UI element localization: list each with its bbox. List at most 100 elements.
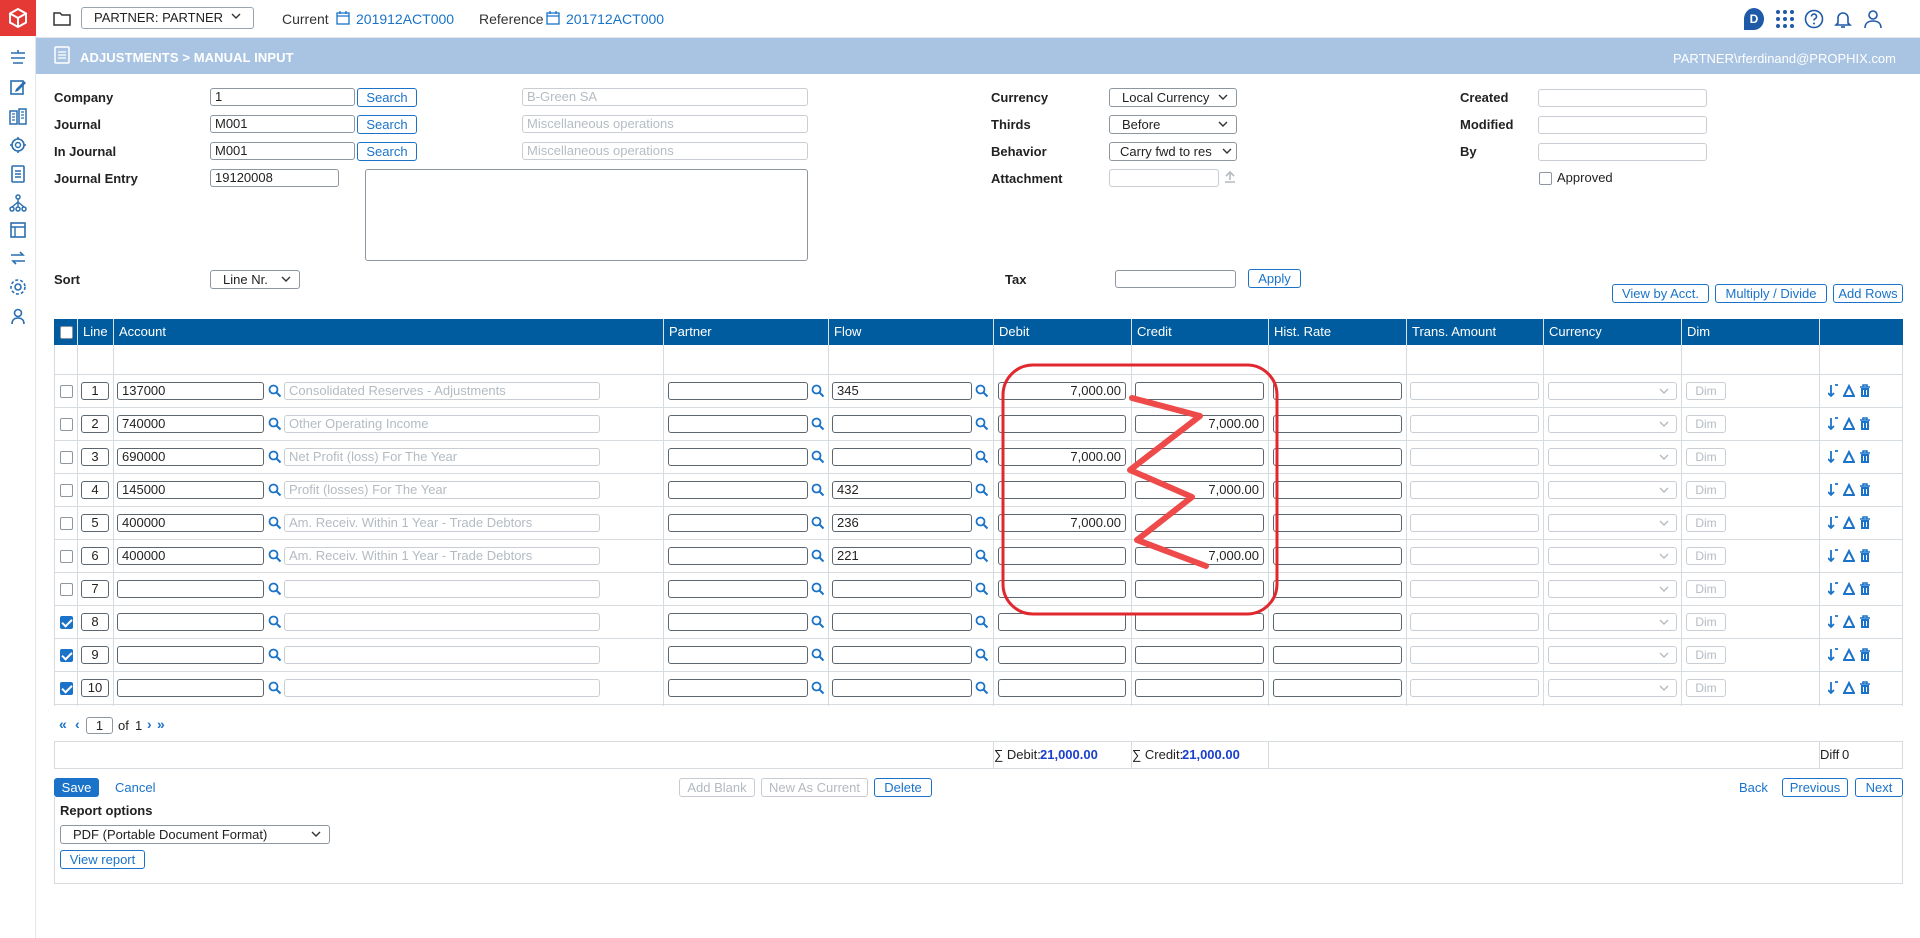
hist-rate-input[interactable] [1273,382,1402,400]
account-lookup-search-icon[interactable] [268,648,282,662]
globe-settings-icon[interactable] [8,135,28,155]
help-icon[interactable] [1803,8,1825,30]
flow-input[interactable] [832,448,972,466]
delta-icon[interactable] [1842,614,1856,629]
trans-amount-input[interactable] [1410,481,1539,499]
currency-row-select[interactable] [1548,613,1677,631]
trash-icon[interactable] [1859,483,1871,497]
partner-lookup-search-icon[interactable] [811,516,825,530]
apps-grid-icon[interactable] [1774,8,1796,30]
credit-input[interactable]: 7,000.00 [1135,481,1264,499]
dim-button[interactable]: Dim [1686,646,1726,664]
trans-amount-input[interactable] [1410,547,1539,565]
dim-button[interactable]: Dim [1686,481,1726,499]
flow-input[interactable] [832,613,972,631]
row-select-checkbox[interactable] [60,451,73,464]
partner-lookup-search-icon[interactable] [811,384,825,398]
row-select-checkbox[interactable] [60,583,73,596]
partner-lookup-search-icon[interactable] [811,582,825,596]
flow-lookup-search-icon[interactable] [975,582,989,596]
credit-input[interactable]: 7,000.00 [1135,415,1264,433]
trans-amount-input[interactable] [1410,613,1539,631]
partner-input[interactable] [668,382,808,400]
hist-rate-input[interactable] [1273,679,1402,697]
trash-icon[interactable] [1859,648,1871,662]
transfer-icon[interactable] [8,248,28,268]
page-number-input[interactable]: 1 [86,717,113,734]
debit-input[interactable] [998,646,1126,664]
trash-icon[interactable] [1859,681,1871,695]
trans-amount-input[interactable] [1410,514,1539,532]
view-report-button[interactable]: View report [60,850,145,869]
dim-button[interactable]: Dim [1686,514,1726,532]
currency-row-select[interactable] [1548,547,1677,565]
debit-input[interactable]: 7,000.00 [998,382,1126,400]
consolidation-icon[interactable] [8,48,28,68]
hist-rate-input[interactable] [1273,415,1402,433]
partner-input[interactable] [668,547,808,565]
hist-rate-input[interactable] [1273,580,1402,598]
trash-icon[interactable] [1859,549,1871,563]
partner-input[interactable] [668,646,808,664]
company-input[interactable]: 1 [210,88,355,106]
multiply-divide-button[interactable]: Multiply / Divide [1715,284,1827,303]
report-format-select[interactable]: PDF (Portable Document Format) [60,825,330,844]
new-as-current-button[interactable]: New As Current [761,778,868,797]
delta-icon[interactable] [1842,383,1856,398]
credit-input[interactable]: 7,000.00 [1135,547,1264,565]
account-input[interactable] [117,679,264,697]
flow-lookup-search-icon[interactable] [975,615,989,629]
account-input[interactable]: 145000 [117,481,264,499]
line-number-input[interactable]: 2 [81,415,109,433]
flow-lookup-search-icon[interactable] [975,450,989,464]
add-rows-button[interactable]: Add Rows [1833,284,1903,303]
partner-lookup-search-icon[interactable] [811,450,825,464]
flow-lookup-search-icon[interactable] [975,483,989,497]
partner-lookup-search-icon[interactable] [811,549,825,563]
debit-input[interactable] [998,580,1126,598]
line-number-input[interactable]: 1 [81,382,109,400]
line-number-input[interactable]: 5 [81,514,109,532]
in-journal-input[interactable]: M001 [210,142,355,160]
dim-button[interactable]: Dim [1686,448,1726,466]
debit-input[interactable] [998,679,1126,697]
folder-icon[interactable] [53,10,71,26]
insert-row-icon[interactable] [1827,450,1840,464]
account-input[interactable] [117,580,264,598]
journal-input[interactable]: M001 [210,115,355,133]
flow-input[interactable] [832,415,972,433]
account-lookup-search-icon[interactable] [268,450,282,464]
partner-lookup-search-icon[interactable] [811,615,825,629]
behavior-select[interactable]: Carry fwd to res [1109,142,1237,161]
currency-row-select[interactable] [1548,448,1677,466]
insert-row-icon[interactable] [1827,681,1840,695]
delete-button[interactable]: Delete [874,778,932,797]
insert-row-icon[interactable] [1827,483,1840,497]
hist-rate-input[interactable] [1273,646,1402,664]
credit-input[interactable] [1135,646,1264,664]
trans-amount-input[interactable] [1410,580,1539,598]
hist-rate-input[interactable] [1273,448,1402,466]
currency-row-select[interactable] [1548,646,1677,664]
journal-entry-comment-textarea[interactable] [365,169,808,261]
hist-rate-input[interactable] [1273,613,1402,631]
first-page-button[interactable]: « [59,716,67,732]
back-link[interactable]: Back [1739,780,1768,795]
upload-icon[interactable] [1223,170,1237,184]
journal-entry-input[interactable]: 19120008 [210,169,339,187]
partner-input[interactable] [668,448,808,466]
cancel-link[interactable]: Cancel [115,780,155,795]
partner-input[interactable] [668,613,808,631]
tax-input[interactable] [1115,270,1236,288]
calendar-icon[interactable] [546,11,560,25]
trans-amount-input[interactable] [1410,646,1539,664]
previous-page-button[interactable]: ‹ [75,716,80,732]
currency-select[interactable]: Local Currency [1109,88,1237,107]
account-input[interactable]: 137000 [117,382,264,400]
insert-row-icon[interactable] [1827,384,1840,398]
flow-input[interactable] [832,580,972,598]
hist-rate-input[interactable] [1273,514,1402,532]
credit-input[interactable] [1135,679,1264,697]
flow-input[interactable]: 432 [832,481,972,499]
account-input[interactable]: 400000 [117,547,264,565]
